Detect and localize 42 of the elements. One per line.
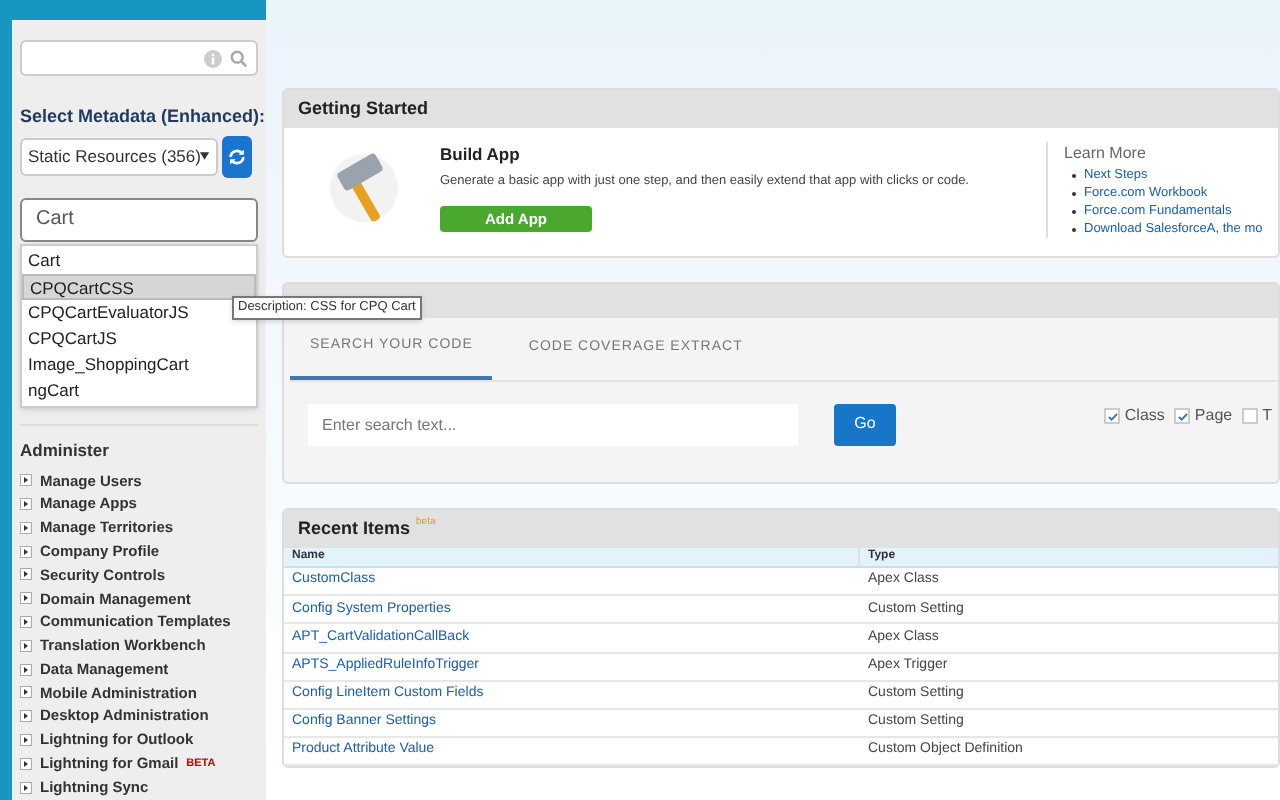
expand-icon[interactable]: [20, 568, 32, 581]
checkbox-label: T: [1262, 404, 1272, 428]
expand-icon[interactable]: [20, 497, 32, 510]
section-title: Administer: [20, 437, 111, 463]
expand-icon[interactable]: [20, 545, 32, 558]
expand-icon[interactable]: [20, 474, 32, 487]
suggestion-item[interactable]: Image_ShoppingCart: [22, 351, 256, 377]
caret-icon: [200, 152, 210, 160]
suggestion-item[interactable]: CPQCartCSS: [22, 273, 256, 299]
expand-icon[interactable]: [20, 757, 32, 770]
metadata-select[interactable]: Static Resources (356): [20, 137, 218, 175]
check-icon: [1107, 411, 1118, 421]
hammer-icon: [328, 148, 400, 228]
expand-icon[interactable]: [20, 615, 32, 628]
expand-icon[interactable]: [20, 663, 32, 676]
suggestion-item[interactable]: ngCart: [22, 377, 256, 403]
refresh-icon: [228, 147, 246, 165]
filter-field[interactable]: Cart: [20, 197, 258, 241]
search-field[interactable]: Enter search text...: [308, 403, 798, 445]
panel-title: Getting Started: [298, 95, 429, 122]
expand-icon[interactable]: [20, 592, 32, 605]
expand-icon[interactable]: [20, 521, 32, 534]
info-icon: [204, 49, 222, 67]
checkbox[interactable]: [1174, 408, 1191, 424]
checkbox[interactable]: [1242, 408, 1259, 424]
suggestion-item[interactable]: CPQCartJS: [22, 325, 256, 351]
refresh-button[interactable]: [222, 135, 252, 177]
suggestion-item[interactable]: Cart: [22, 247, 256, 273]
checkbox-label: Page: [1194, 404, 1233, 428]
expand-icon[interactable]: [20, 639, 32, 652]
learn-more-title: Learn More: [1064, 142, 1148, 166]
checkbox[interactable]: [1104, 408, 1121, 424]
go-button[interactable]: Go: [834, 403, 896, 445]
expand-icon[interactable]: [20, 686, 32, 699]
app-heading: Build App: [440, 142, 522, 168]
search-field[interactable]: [20, 40, 258, 76]
checkbox-label: Class: [1124, 404, 1165, 428]
check-icon: [1177, 411, 1188, 421]
expand-icon[interactable]: [20, 781, 32, 793]
panel-title: Recent Items: [298, 515, 411, 542]
expand-icon[interactable]: [20, 710, 32, 723]
expand-icon[interactable]: [20, 733, 32, 746]
